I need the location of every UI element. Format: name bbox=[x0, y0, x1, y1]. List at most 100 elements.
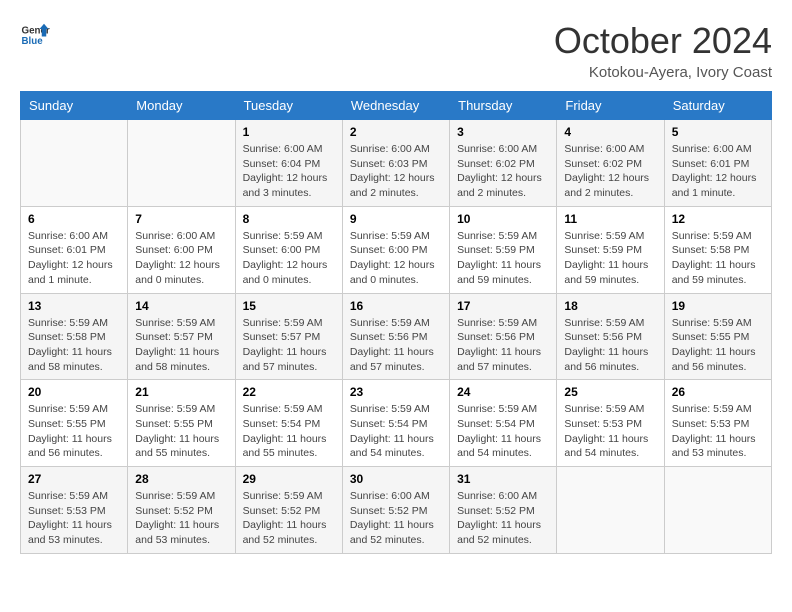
title-section: October 2024 Kotokou-Ayera, Ivory Coast bbox=[554, 20, 772, 81]
calendar-cell: 6Sunrise: 6:00 AM Sunset: 6:01 PM Daylig… bbox=[21, 206, 128, 293]
calendar-cell: 3Sunrise: 6:00 AM Sunset: 6:02 PM Daylig… bbox=[450, 120, 557, 207]
day-info: Sunrise: 5:59 AM Sunset: 5:53 PM Dayligh… bbox=[564, 402, 656, 461]
calendar-cell: 4Sunrise: 6:00 AM Sunset: 6:02 PM Daylig… bbox=[557, 120, 664, 207]
calendar-cell: 11 Sunrise: 5:59 AM Sunset: 5:59 PM Dayli… bbox=[557, 206, 664, 293]
day-number: 5 bbox=[672, 125, 764, 139]
day-info: Sunrise: 5:59 AM Sunset: 5:52 PM Dayligh… bbox=[243, 489, 335, 548]
day-number: 25 bbox=[564, 385, 656, 399]
calendar-cell: 19Sunrise: 5:59 AM Sunset: 5:55 PM Dayli… bbox=[664, 293, 771, 380]
calendar-cell: 29 Sunrise: 5:59 AM Sunset: 5:52 PM Dayli… bbox=[235, 467, 342, 554]
logo: General Blue bbox=[20, 20, 50, 50]
calendar-cell: 24 Sunrise: 5:59 AM Sunset: 5:54 PM Dayli… bbox=[450, 380, 557, 467]
month-title: October 2024 bbox=[554, 20, 772, 62]
day-info: Sunrise: 5:59 AM Sunset: 5:53 PM Dayligh… bbox=[28, 489, 120, 548]
day-number: 21 bbox=[135, 385, 227, 399]
calendar-cell: 17 Sunrise: 5:59 AM Sunset: 5:56 PM Dayli… bbox=[450, 293, 557, 380]
calendar-cell: 31 Sunrise: 6:00 AM Sunset: 5:52 PM Dayli… bbox=[450, 467, 557, 554]
week-row-4: 27 Sunrise: 5:59 AM Sunset: 5:53 PM Dayli… bbox=[21, 467, 772, 554]
day-number: 10 bbox=[457, 212, 549, 226]
day-info: Sunrise: 5:59 AM Sunset: 5:54 PM Dayligh… bbox=[350, 402, 442, 461]
header-tuesday: Tuesday bbox=[235, 92, 342, 120]
day-info: Sunrise: 5:59 AM Sunset: 5:58 PM Dayligh… bbox=[28, 316, 120, 375]
day-number: 24 bbox=[457, 385, 549, 399]
calendar-header-row: SundayMondayTuesdayWednesdayThursdayFrid… bbox=[21, 92, 772, 120]
day-info: Sunrise: 5:59 AM Sunset: 5:55 PM Dayligh… bbox=[28, 402, 120, 461]
day-info: Sunrise: 5:59 AM Sunset: 5:54 PM Dayligh… bbox=[243, 402, 335, 461]
calendar-cell: 30Sunrise: 6:00 AM Sunset: 5:52 PM Dayli… bbox=[342, 467, 449, 554]
calendar-cell: 1Sunrise: 6:00 AM Sunset: 6:04 PM Daylig… bbox=[235, 120, 342, 207]
calendar-cell bbox=[128, 120, 235, 207]
calendar-cell: 22 Sunrise: 5:59 AM Sunset: 5:54 PM Dayli… bbox=[235, 380, 342, 467]
day-number: 17 bbox=[457, 299, 549, 313]
day-number: 11 bbox=[564, 212, 656, 226]
calendar-cell bbox=[557, 467, 664, 554]
calendar-cell: 25 Sunrise: 5:59 AM Sunset: 5:53 PM Dayli… bbox=[557, 380, 664, 467]
week-row-0: 1Sunrise: 6:00 AM Sunset: 6:04 PM Daylig… bbox=[21, 120, 772, 207]
day-info: Sunrise: 5:59 AM Sunset: 5:55 PM Dayligh… bbox=[135, 402, 227, 461]
day-info: Sunrise: 5:59 AM Sunset: 5:56 PM Dayligh… bbox=[457, 316, 549, 375]
day-info: Sunrise: 6:00 AM Sunset: 6:02 PM Dayligh… bbox=[564, 142, 656, 201]
day-info: Sunrise: 5:59 AM Sunset: 5:57 PM Dayligh… bbox=[243, 316, 335, 375]
calendar-cell: 10 Sunrise: 5:59 AM Sunset: 5:59 PM Dayli… bbox=[450, 206, 557, 293]
calendar-cell: 28 Sunrise: 5:59 AM Sunset: 5:52 PM Dayli… bbox=[128, 467, 235, 554]
calendar-cell: 20Sunrise: 5:59 AM Sunset: 5:55 PM Dayli… bbox=[21, 380, 128, 467]
day-info: Sunrise: 6:00 AM Sunset: 5:52 PM Dayligh… bbox=[457, 489, 549, 548]
week-row-3: 20Sunrise: 5:59 AM Sunset: 5:55 PM Dayli… bbox=[21, 380, 772, 467]
day-number: 6 bbox=[28, 212, 120, 226]
day-number: 1 bbox=[243, 125, 335, 139]
calendar-cell: 9 Sunrise: 5:59 AM Sunset: 6:00 PM Daylig… bbox=[342, 206, 449, 293]
logo-icon: General Blue bbox=[20, 20, 50, 50]
header-friday: Friday bbox=[557, 92, 664, 120]
day-number: 29 bbox=[243, 472, 335, 486]
day-info: Sunrise: 5:59 AM Sunset: 5:59 PM Dayligh… bbox=[457, 229, 549, 288]
day-info: Sunrise: 5:59 AM Sunset: 5:54 PM Dayligh… bbox=[457, 402, 549, 461]
calendar-cell: 26 Sunrise: 5:59 AM Sunset: 5:53 PM Dayli… bbox=[664, 380, 771, 467]
day-number: 23 bbox=[350, 385, 442, 399]
header-monday: Monday bbox=[128, 92, 235, 120]
calendar-cell: 7 Sunrise: 6:00 AM Sunset: 6:00 PM Daylig… bbox=[128, 206, 235, 293]
day-number: 31 bbox=[457, 472, 549, 486]
calendar-cell: 12 Sunrise: 5:59 AM Sunset: 5:58 PM Dayli… bbox=[664, 206, 771, 293]
day-info: Sunrise: 5:59 AM Sunset: 5:53 PM Dayligh… bbox=[672, 402, 764, 461]
day-number: 13 bbox=[28, 299, 120, 313]
header-wednesday: Wednesday bbox=[342, 92, 449, 120]
day-info: Sunrise: 5:59 AM Sunset: 5:58 PM Dayligh… bbox=[672, 229, 764, 288]
day-info: Sunrise: 5:59 AM Sunset: 6:00 PM Dayligh… bbox=[350, 229, 442, 288]
day-number: 3 bbox=[457, 125, 549, 139]
location: Kotokou-Ayera, Ivory Coast bbox=[554, 64, 772, 81]
day-info: Sunrise: 5:59 AM Sunset: 5:57 PM Dayligh… bbox=[135, 316, 227, 375]
day-number: 7 bbox=[135, 212, 227, 226]
day-info: Sunrise: 6:00 AM Sunset: 6:00 PM Dayligh… bbox=[135, 229, 227, 288]
calendar-cell: 15 Sunrise: 5:59 AM Sunset: 5:57 PM Dayli… bbox=[235, 293, 342, 380]
calendar-cell: 16Sunrise: 5:59 AM Sunset: 5:56 PM Dayli… bbox=[342, 293, 449, 380]
calendar-cell: 13 Sunrise: 5:59 AM Sunset: 5:58 PM Dayli… bbox=[21, 293, 128, 380]
day-info: Sunrise: 5:59 AM Sunset: 5:56 PM Dayligh… bbox=[564, 316, 656, 375]
day-number: 18 bbox=[564, 299, 656, 313]
day-info: Sunrise: 6:00 AM Sunset: 6:01 PM Dayligh… bbox=[672, 142, 764, 201]
day-number: 26 bbox=[672, 385, 764, 399]
calendar-cell bbox=[664, 467, 771, 554]
day-number: 19 bbox=[672, 299, 764, 313]
day-info: Sunrise: 6:00 AM Sunset: 5:52 PM Dayligh… bbox=[350, 489, 442, 548]
day-info: Sunrise: 6:00 AM Sunset: 6:03 PM Dayligh… bbox=[350, 142, 442, 201]
day-number: 22 bbox=[243, 385, 335, 399]
calendar-cell: 14 Sunrise: 5:59 AM Sunset: 5:57 PM Dayli… bbox=[128, 293, 235, 380]
day-info: Sunrise: 5:59 AM Sunset: 5:56 PM Dayligh… bbox=[350, 316, 442, 375]
calendar-cell: 8 Sunrise: 5:59 AM Sunset: 6:00 PM Daylig… bbox=[235, 206, 342, 293]
day-number: 8 bbox=[243, 212, 335, 226]
day-number: 15 bbox=[243, 299, 335, 313]
day-number: 12 bbox=[672, 212, 764, 226]
day-number: 14 bbox=[135, 299, 227, 313]
day-info: Sunrise: 5:59 AM Sunset: 5:59 PM Dayligh… bbox=[564, 229, 656, 288]
calendar-cell: 18 Sunrise: 5:59 AM Sunset: 5:56 PM Dayli… bbox=[557, 293, 664, 380]
day-number: 9 bbox=[350, 212, 442, 226]
week-row-2: 13 Sunrise: 5:59 AM Sunset: 5:58 PM Dayli… bbox=[21, 293, 772, 380]
calendar-cell bbox=[21, 120, 128, 207]
calendar-table: SundayMondayTuesdayWednesdayThursdayFrid… bbox=[20, 91, 772, 554]
day-number: 27 bbox=[28, 472, 120, 486]
calendar-cell: 5 Sunrise: 6:00 AM Sunset: 6:01 PM Daylig… bbox=[664, 120, 771, 207]
day-info: Sunrise: 5:59 AM Sunset: 6:00 PM Dayligh… bbox=[243, 229, 335, 288]
header-saturday: Saturday bbox=[664, 92, 771, 120]
day-number: 28 bbox=[135, 472, 227, 486]
day-info: Sunrise: 5:59 AM Sunset: 5:52 PM Dayligh… bbox=[135, 489, 227, 548]
